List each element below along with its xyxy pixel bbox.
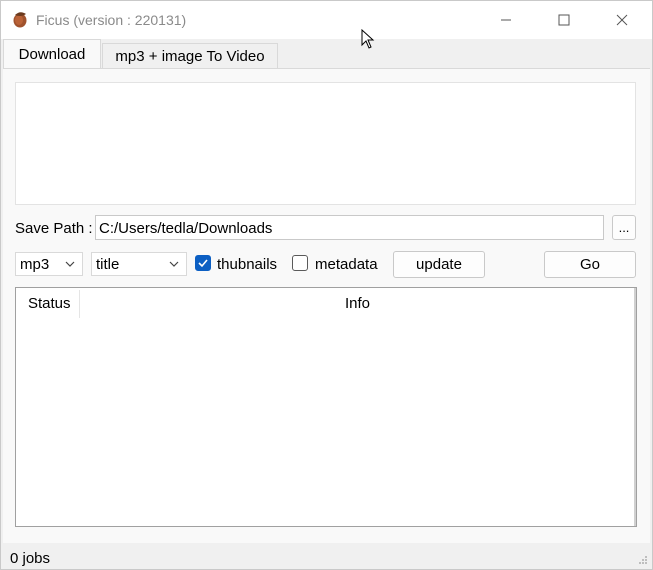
jobs-table[interactable]: Status Info bbox=[15, 287, 637, 527]
tab-mp3-image-to-video[interactable]: mp3 + image To Video bbox=[102, 43, 278, 69]
thumbnails-checkbox[interactable] bbox=[195, 255, 211, 271]
chevron-down-icon bbox=[169, 261, 179, 267]
column-header-info[interactable]: Info bbox=[345, 288, 370, 318]
go-button[interactable]: Go bbox=[544, 251, 636, 278]
checkmark-icon bbox=[198, 259, 208, 268]
browse-button[interactable]: ... bbox=[612, 215, 636, 240]
app-window: Ficus (version : 220131) Download mp3 + … bbox=[0, 0, 653, 570]
naming-select[interactable]: title bbox=[91, 252, 187, 276]
status-bar-text: 0 jobs bbox=[10, 550, 51, 567]
minimize-button[interactable] bbox=[476, 1, 536, 39]
save-path-label: Save Path : bbox=[15, 220, 93, 237]
column-divider[interactable] bbox=[79, 290, 80, 318]
tab-strip: Download mp3 + image To Video bbox=[1, 39, 652, 69]
resize-grip-icon[interactable] bbox=[638, 555, 648, 565]
chevron-down-icon bbox=[65, 261, 75, 267]
metadata-label[interactable]: metadata bbox=[315, 256, 378, 273]
tab-download[interactable]: Download bbox=[3, 39, 101, 69]
close-button[interactable] bbox=[592, 1, 652, 39]
window-title: Ficus (version : 220131) bbox=[36, 12, 187, 28]
table-scrollbar-edge bbox=[634, 288, 636, 526]
format-select[interactable]: mp3 bbox=[15, 252, 83, 276]
url-text-area[interactable] bbox=[15, 82, 636, 205]
maximize-button[interactable] bbox=[534, 1, 594, 39]
column-header-status[interactable]: Status bbox=[28, 288, 71, 318]
update-button[interactable]: update bbox=[393, 251, 485, 278]
close-icon bbox=[616, 14, 628, 26]
thumbnails-label[interactable]: thubnails bbox=[217, 256, 277, 273]
save-path-input[interactable]: C:/Users/tedla/Downloads bbox=[95, 215, 604, 240]
naming-select-value: title bbox=[96, 255, 120, 273]
title-bar[interactable]: Ficus (version : 220131) bbox=[1, 1, 652, 49]
maximize-icon bbox=[558, 14, 570, 26]
metadata-checkbox[interactable] bbox=[292, 255, 308, 271]
minimize-icon bbox=[501, 19, 511, 21]
format-select-value: mp3 bbox=[20, 255, 50, 273]
acorn-icon bbox=[13, 12, 27, 28]
